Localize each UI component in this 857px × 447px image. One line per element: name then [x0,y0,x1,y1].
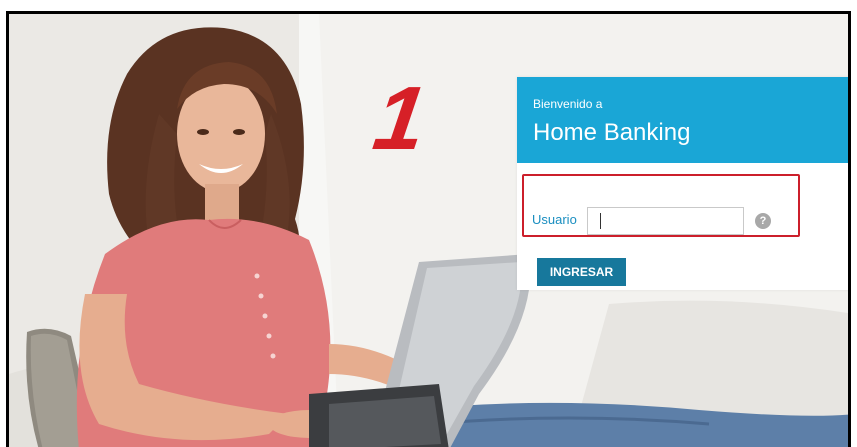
screenshot-frame: 1 Bienvenido a Home Banking Usuario ? IN… [6,11,851,447]
login-header: Bienvenido a Home Banking [517,77,848,163]
username-label: Usuario [532,212,577,227]
home-banking-title: Home Banking [533,119,691,146]
text-caret [600,213,601,229]
ingresar-button[interactable]: INGRESAR [537,258,626,286]
username-input[interactable] [587,207,744,235]
welcome-text: Bienvenido a [533,97,603,111]
login-card: Bienvenido a Home Banking Usuario ? INGR… [517,77,848,290]
question-circle-icon[interactable]: ? [755,213,771,229]
